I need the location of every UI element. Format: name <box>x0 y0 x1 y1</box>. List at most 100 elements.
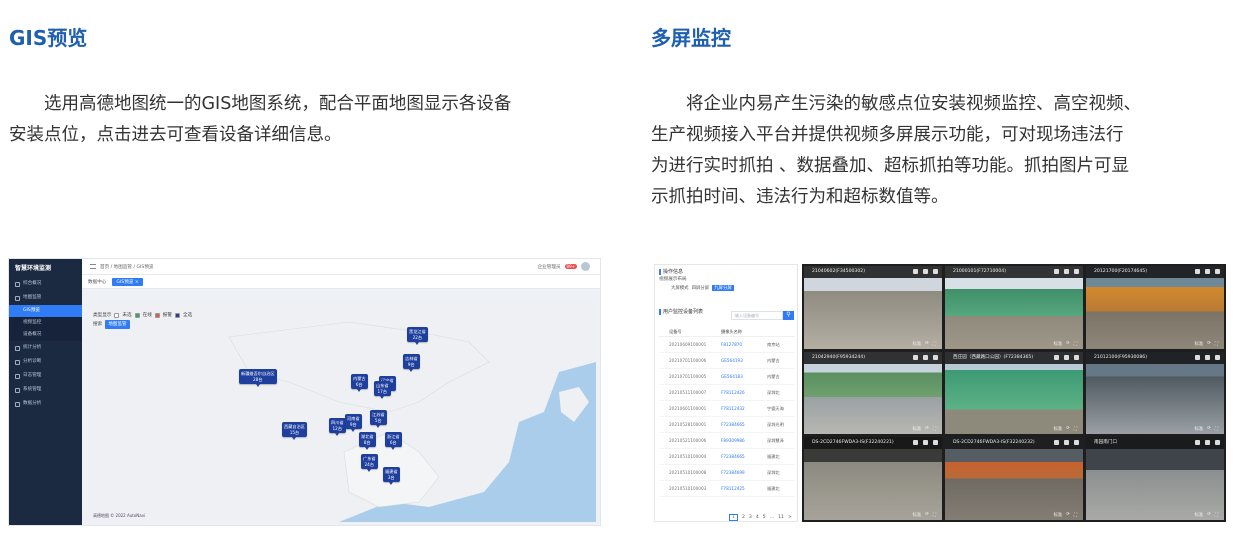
page-link[interactable]: 4 <box>756 515 759 520</box>
rotate-icon[interactable]: ⟳ <box>1207 341 1211 347</box>
video-cell[interactable]: 南园南门口 标准 ⟳ ⛶ <box>1086 437 1224 520</box>
video-cell[interactable]: 西庄园（西藏路口公园）(F72384365) 标准 ⟳ ⛶ <box>945 351 1083 435</box>
filter-checkbox[interactable] <box>175 313 180 318</box>
snapshot-icon[interactable] <box>1195 269 1200 274</box>
rotate-icon[interactable]: ⟳ <box>1207 512 1211 518</box>
record-icon[interactable] <box>923 269 928 274</box>
table-row[interactable]: 20210510100008 F72384699 深圳北 <box>659 465 795 481</box>
zoom-icon[interactable] <box>1215 354 1220 360</box>
zoom-icon[interactable] <box>1074 440 1079 446</box>
map-marker[interactable]: 浙江省 6台 <box>385 432 402 450</box>
rotate-icon[interactable]: ⟳ <box>925 426 929 432</box>
page-link[interactable]: 2 <box>742 515 745 520</box>
record-icon[interactable] <box>1064 354 1069 360</box>
layout-button[interactable]: 四屏分屏 <box>692 285 710 291</box>
video-cell[interactable]: 21042940(F95934244) 标准 ⟳ ⛶ <box>804 351 942 435</box>
tab-home[interactable]: 数据中心 <box>88 279 106 285</box>
map-marker[interactable]: 内蒙古 6台 <box>351 374 368 392</box>
quality-label[interactable]: 标准 <box>1194 426 1203 432</box>
map-marker[interactable]: 福建省 3台 <box>383 467 400 485</box>
map-marker[interactable]: 四川省 12台 <box>329 418 346 436</box>
snapshot-icon[interactable] <box>1195 354 1200 360</box>
rotate-icon[interactable]: ⟳ <box>1066 426 1070 432</box>
camera-id-link[interactable]: GE564193 <box>721 353 767 368</box>
layout-button[interactable]: 大屏模式 <box>671 285 689 291</box>
camera-id-link[interactable]: F72384699 <box>721 465 767 480</box>
snapshot-icon[interactable] <box>1054 440 1059 446</box>
fullscreen-icon[interactable]: ⛶ <box>1074 512 1077 518</box>
quality-label[interactable]: 标准 <box>912 341 921 347</box>
quality-label[interactable]: 标准 <box>912 512 921 518</box>
record-icon[interactable] <box>923 354 928 360</box>
snapshot-icon[interactable] <box>913 440 918 446</box>
sidebar-item[interactable]: 地图监管 <box>9 291 82 305</box>
quality-label[interactable]: 标准 <box>1053 512 1062 518</box>
fullscreen-icon[interactable]: ⛶ <box>1215 426 1218 432</box>
quality-label[interactable]: 标准 <box>1194 512 1203 518</box>
camera-id-link[interactable]: F78112425 <box>721 481 767 496</box>
sidebar-item[interactable]: 综合概况 <box>9 277 82 291</box>
camera-id-link[interactable]: F89309986 <box>721 433 767 448</box>
map-marker[interactable]: 黑龙江省 22台 <box>407 327 428 345</box>
table-row[interactable]: 20210701100005 GE564183 内蒙古 <box>659 369 795 385</box>
record-icon[interactable] <box>923 440 928 446</box>
table-row[interactable]: 20210701100006 GE564193 内蒙古 <box>659 353 795 369</box>
snapshot-icon[interactable] <box>1054 269 1059 274</box>
page-link[interactable]: > <box>788 515 792 520</box>
fullscreen-icon[interactable]: ⛶ <box>1074 426 1077 432</box>
sidebar-item[interactable]: GIS预览 <box>9 305 82 317</box>
camera-id-link[interactable]: F78112432 <box>721 401 767 416</box>
camera-id-link[interactable]: F72384665 <box>721 449 767 464</box>
page-link[interactable]: 5 <box>763 515 766 520</box>
table-row[interactable]: 20210521100006 F89309986 深圳慧泽 <box>659 433 795 449</box>
camera-id-link[interactable]: F8127870 <box>721 337 767 352</box>
rotate-icon[interactable]: ⟳ <box>925 512 929 518</box>
video-cell[interactable]: 21040602(F34500302) 标准 ⟳ ⛶ <box>804 266 942 349</box>
video-cell[interactable]: 20121700(F20174645) 标准 ⟳ ⛶ <box>1086 266 1224 349</box>
fullscreen-icon[interactable]: ⛶ <box>933 512 936 518</box>
page-link[interactable]: 3 <box>749 515 752 520</box>
search-button[interactable]: ⚲ <box>783 311 794 320</box>
sidebar-item[interactable]: 系统管理 <box>9 383 82 397</box>
fullscreen-icon[interactable]: ⛶ <box>1215 512 1218 518</box>
fullscreen-icon[interactable]: ⛶ <box>1215 341 1218 347</box>
table-row[interactable]: 20210511100007 F78112426 深圳北 <box>659 385 795 401</box>
record-icon[interactable] <box>1064 269 1069 274</box>
record-icon[interactable] <box>1205 440 1210 446</box>
map-marker[interactable]: 吉林省 9台 <box>403 354 420 372</box>
record-icon[interactable] <box>1205 269 1210 274</box>
quality-label[interactable]: 标准 <box>912 426 921 432</box>
table-row[interactable]: 20210601100001 F78112432 宁德天海 <box>659 401 795 417</box>
zoom-icon[interactable] <box>1074 269 1079 274</box>
snapshot-icon[interactable] <box>913 354 918 360</box>
map-marker[interactable]: 山东省 17台 <box>374 381 391 399</box>
map-marker[interactable]: 广东省 24台 <box>361 454 378 472</box>
map-marker[interactable]: 江苏省 5台 <box>370 410 387 428</box>
video-cell[interactable]: 21000101(F72710004) 标准 ⟳ ⛶ <box>945 266 1083 349</box>
snapshot-icon[interactable] <box>913 269 918 274</box>
map-marker[interactable]: 湖北省 8台 <box>359 432 376 450</box>
table-row[interactable]: 20210528100001 F72384665 深圳光明 <box>659 417 795 433</box>
device-search-input[interactable]: 输入设备编号 <box>731 311 783 320</box>
filter-checkbox[interactable] <box>134 313 140 318</box>
map-marker[interactable]: 西藏自治区 15台 <box>282 422 307 440</box>
menu-toggle-icon[interactable] <box>90 264 96 269</box>
sidebar-item[interactable]: 统计分析 <box>9 341 82 355</box>
table-row[interactable]: 20210510100004 F72384665 福建北 <box>659 449 795 465</box>
table-row[interactable]: 20210609100001 F8127870 南京站 <box>659 337 795 353</box>
page-link[interactable]: 11 <box>778 515 784 520</box>
camera-id-link[interactable]: GE564183 <box>721 369 767 384</box>
table-row[interactable]: 20210510100003 F78112425 福建北 <box>659 481 795 497</box>
camera-id-link[interactable]: F72384665 <box>721 417 767 432</box>
layout-button[interactable]: 九屏分屏 <box>712 285 734 291</box>
video-cell[interactable]: DS-2CD2746FWDA3-IS(F32240232) 标准 ⟳ ⛶ <box>945 437 1083 520</box>
zoom-icon[interactable] <box>1074 354 1079 360</box>
rotate-icon[interactable]: ⟳ <box>1066 512 1070 518</box>
page-link[interactable]: 1 <box>729 514 738 521</box>
zoom-icon[interactable] <box>933 269 938 274</box>
snapshot-icon[interactable] <box>1054 354 1059 360</box>
sidebar-item[interactable]: 分析诊断 <box>9 355 82 369</box>
quality-label[interactable]: 标准 <box>1053 426 1062 432</box>
avatar[interactable] <box>581 262 590 271</box>
fullscreen-icon[interactable]: ⛶ <box>933 341 936 347</box>
